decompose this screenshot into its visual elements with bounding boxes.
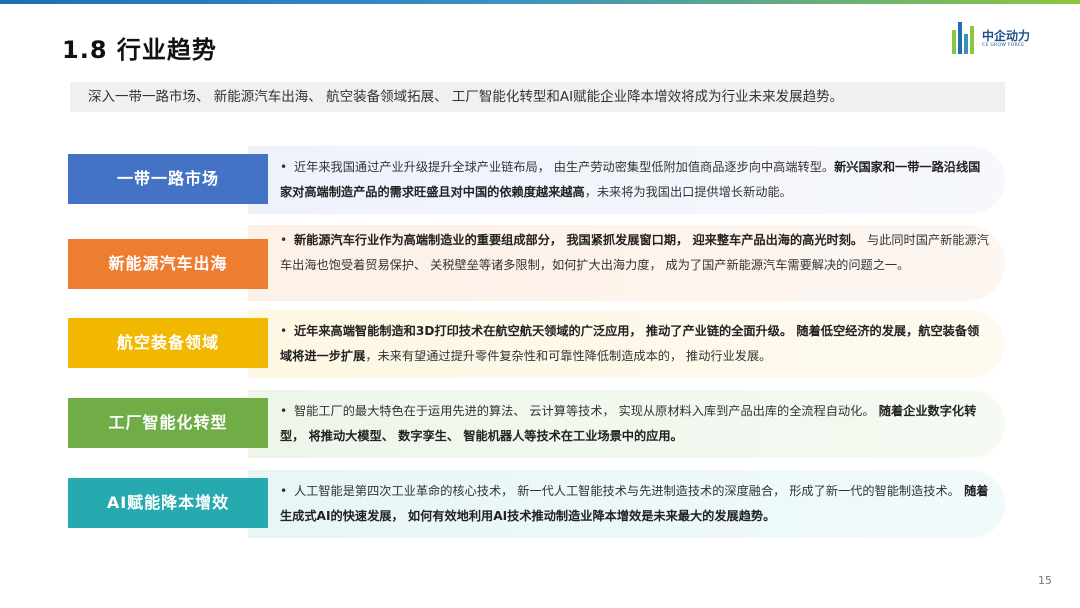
bullet-icon: • [280, 324, 288, 338]
page-number: 15 [1038, 574, 1052, 587]
trend-row-aviation: 航空装备领域 • 近年来高端智能制造和3D打印技术在航空航天领域的广泛应用， 推动… [68, 310, 1005, 378]
summary-bar: 深入一带一路市场、 新能源汽车出海、 航空装备领域拓展、 工厂智能化转型和AI赋… [70, 82, 1005, 112]
bullet-icon: • [280, 233, 288, 247]
trend-description: • 智能工厂的最大特色在于运用先进的算法、 云计算等技术， 实现从原材料入库到产品… [280, 399, 990, 449]
trend-label-ai: AI赋能降本增效 [68, 478, 268, 528]
top-accent-bar [0, 0, 1080, 4]
logo-mark-icon [950, 22, 978, 56]
trend-description: • 新能源汽车行业作为高端制造业的重要组成部分， 我国紧抓发展窗口期， 迎来整车产… [280, 228, 990, 278]
company-logo: 中企动力 CE GROW FORCE [950, 22, 1040, 56]
trend-row-factory: 工厂智能化转型 • 智能工厂的最大特色在于运用先进的算法、 云计算等技术， 实现从… [68, 390, 1005, 458]
trend-description: • 近年来我国通过产业升级提升全球产业链布局， 由生产劳动密集型低附加值商品逐步向… [280, 155, 990, 205]
trend-row-belt-road: 一带一路市场 • 近年来我国通过产业升级提升全球产业链布局， 由生产劳动密集型低附… [68, 146, 1005, 214]
logo-name: 中企动力 [982, 29, 1031, 43]
trend-row-ai: AI赋能降本增效 • 人工智能是第四次工业革命的核心技术， 新一代人工智能技术与先… [68, 470, 1005, 538]
page-title: 1.8 行业趋势 [62, 36, 217, 64]
bullet-icon: • [280, 484, 288, 498]
trend-description: • 近年来高端智能制造和3D打印技术在航空航天领域的广泛应用， 推动了产业链的全面… [280, 319, 990, 369]
trend-row-new-energy: 新能源汽车出海 • 新能源汽车行业作为高端制造业的重要组成部分， 我国紧抓发展窗口… [68, 225, 1005, 301]
logo-tagline: CE GROW FORCE [982, 43, 1025, 48]
trend-label-new-energy: 新能源汽车出海 [68, 239, 268, 289]
bullet-icon: • [280, 404, 288, 418]
trend-label-belt-road: 一带一路市场 [68, 154, 268, 204]
trend-description: • 人工智能是第四次工业革命的核心技术， 新一代人工智能技术与先进制造技术的深度融… [280, 479, 990, 529]
bullet-icon: • [280, 160, 288, 174]
trend-label-factory: 工厂智能化转型 [68, 398, 268, 448]
trend-label-aviation: 航空装备领域 [68, 318, 268, 368]
